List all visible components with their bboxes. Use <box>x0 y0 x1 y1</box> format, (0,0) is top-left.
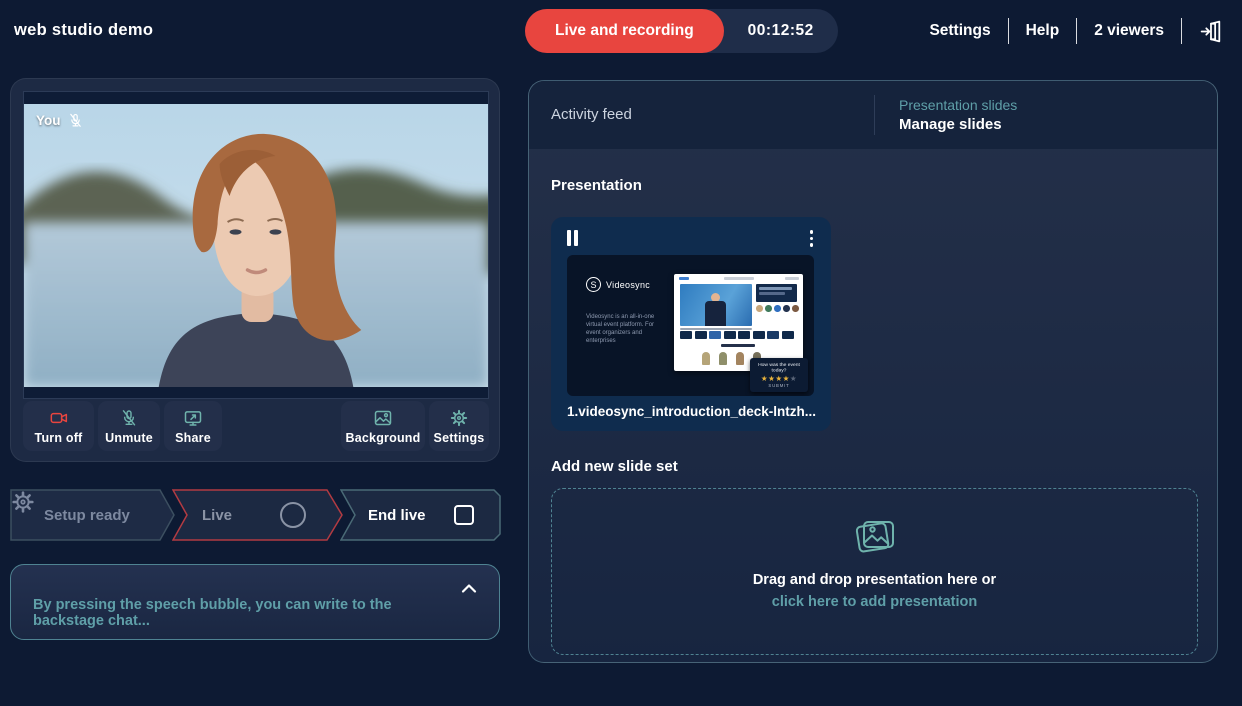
gear-icon <box>10 489 36 515</box>
self-video-image <box>24 104 488 387</box>
background-label: Background <box>346 431 421 445</box>
camera-icon <box>48 408 70 428</box>
backstage-chat-note[interactable]: By pressing the speech bubble, you can w… <box>10 564 500 640</box>
tab-presentation-slides[interactable]: Presentation slides Manage slides <box>899 97 1017 133</box>
thumb-avatars <box>756 305 799 312</box>
rating-submit-button: SUBMIT <box>754 383 803 388</box>
session-timer: 00:12:52 <box>724 22 838 40</box>
camera-controls: Turn off Unmute Share Background Setting… <box>23 401 487 451</box>
divider <box>1008 18 1009 44</box>
dropzone-add-link[interactable]: click here to add presentation <box>552 594 1197 610</box>
stop-square-icon <box>454 505 474 525</box>
dropzone-text: Drag and drop presentation here or <box>552 572 1197 588</box>
live-radio-icon <box>280 502 306 528</box>
turn-off-label: Turn off <box>35 431 83 445</box>
camera-settings-label: Settings <box>434 431 485 445</box>
divider <box>1181 18 1182 44</box>
turn-off-camera-button[interactable]: Turn off <box>23 401 94 451</box>
slides-panel: Activity feed Presentation slides Manage… <box>528 80 1218 663</box>
live-step-label: Live <box>202 507 232 524</box>
page-title: web studio demo <box>14 21 153 40</box>
slide-thumbnail: S Videosync Videosync is an all-in-one v… <box>567 255 814 396</box>
slide-set-card[interactable]: S Videosync Videosync is an all-in-one v… <box>551 217 831 431</box>
rating-question: How was the event today? <box>753 363 805 374</box>
add-slide-set-title: Add new slide set <box>551 458 678 475</box>
rating-popup: How was the event today? ★★★★★ SUBMIT <box>750 358 808 392</box>
slide-filename: 1.videosync_introduction_deck-lntzh... <box>567 404 817 419</box>
self-video-preview: You <box>23 91 489 399</box>
share-label: Share <box>175 431 211 445</box>
end-live-label: End live <box>368 507 426 524</box>
camera-settings-button[interactable]: Settings <box>429 401 489 451</box>
divider <box>874 95 875 135</box>
viewers-count[interactable]: 2 viewers <box>1094 22 1164 40</box>
thumb-side-panel <box>756 284 797 302</box>
chat-note-text: By pressing the speech bubble, you can w… <box>33 597 453 629</box>
divider <box>1076 18 1077 44</box>
live-recording-badge[interactable]: Live and recording <box>525 9 724 53</box>
presentation-section-title: Presentation <box>551 177 642 194</box>
web-studio-screen: web studio demo Live and recording 00:12… <box>0 0 1242 706</box>
pause-icon[interactable] <box>567 230 578 246</box>
videosync-logo-icon: S <box>586 277 601 292</box>
end-live-step[interactable]: End live <box>340 489 502 541</box>
help-link[interactable]: Help <box>1026 22 1060 40</box>
mic-muted-icon <box>67 112 84 129</box>
thumb-tiles-row <box>680 331 794 339</box>
panel-header: Activity feed Presentation slides Manage… <box>529 81 1217 149</box>
unmute-button[interactable]: Unmute <box>98 401 160 451</box>
you-label-group: You <box>36 112 84 129</box>
videosync-logo-name: Videosync <box>606 280 650 290</box>
photos-icon <box>851 513 899 557</box>
background-button[interactable]: Background <box>341 401 425 451</box>
tab-activity-feed[interactable]: Activity feed <box>551 106 632 123</box>
mic-muted-icon <box>119 408 139 428</box>
thumb-screenshot <box>674 274 803 371</box>
chevron-up-icon[interactable] <box>457 577 481 601</box>
setup-ready-label: Setup ready <box>44 507 130 524</box>
you-label: You <box>36 113 61 128</box>
thumb-logo-row: S Videosync <box>586 277 650 292</box>
presentation-slides-label[interactable]: Presentation slides <box>899 97 1017 113</box>
camera-panel: You Turn off Unmute Share Background <box>10 78 500 462</box>
thumb-video-player <box>680 284 752 326</box>
top-bar: web studio demo Live and recording 00:12… <box>0 0 1242 62</box>
broadcast-stepper: Setup ready Live End live <box>10 489 502 541</box>
background-image-icon <box>373 408 393 428</box>
thumb-tagline: Videosync is an all-in-one virtual event… <box>586 313 666 345</box>
settings-link[interactable]: Settings <box>929 22 990 40</box>
live-step[interactable]: Live <box>172 489 344 541</box>
topbar-right: Settings Help 2 viewers <box>929 0 1224 62</box>
rating-stars: ★★★★★ <box>750 374 808 383</box>
setup-ready-step[interactable]: Setup ready <box>10 489 176 541</box>
gear-icon <box>449 408 469 428</box>
exit-door-icon[interactable] <box>1199 19 1224 44</box>
manage-slides-label[interactable]: Manage slides <box>899 116 1017 133</box>
share-screen-icon <box>183 408 203 428</box>
presentation-dropzone[interactable]: Drag and drop presentation here or click… <box>551 488 1198 655</box>
share-screen-button[interactable]: Share <box>164 401 222 451</box>
unmute-label: Unmute <box>105 431 153 445</box>
live-status-group: Live and recording 00:12:52 <box>525 9 838 53</box>
kebab-menu-icon[interactable] <box>806 228 818 249</box>
